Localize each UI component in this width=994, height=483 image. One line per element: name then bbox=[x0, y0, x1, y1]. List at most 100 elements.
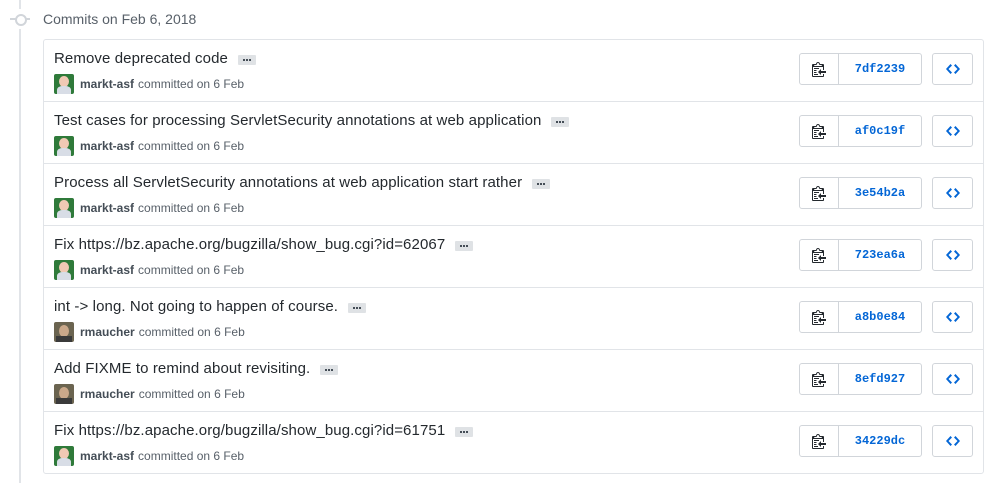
git-commit-icon bbox=[10, 9, 30, 29]
commit-date-text: committed on 6 Feb bbox=[138, 201, 245, 215]
commit-sha-link[interactable]: 34229dc bbox=[839, 426, 921, 456]
sha-button-group: 3e54b2a bbox=[799, 177, 922, 209]
clippy-icon bbox=[812, 310, 826, 325]
author-link[interactable]: markt-asf bbox=[80, 77, 134, 91]
commit-meta: rmaucher committed on 6 Feb bbox=[54, 384, 245, 404]
commit-message-link[interactable]: Add FIXME to remind about revisiting. bbox=[54, 360, 310, 377]
expand-message-button[interactable] bbox=[320, 364, 339, 375]
commit-title-line: Process all ServletSecurity annotations … bbox=[54, 174, 551, 191]
browse-repo-button[interactable] bbox=[932, 115, 973, 147]
commit-row: Process all ServletSecurity annotations … bbox=[44, 163, 983, 225]
commit-meta: markt-asf committed on 6 Feb bbox=[54, 446, 244, 466]
expand-message-button[interactable] bbox=[237, 54, 256, 65]
browse-repo-button[interactable] bbox=[932, 177, 973, 209]
expand-message-button[interactable] bbox=[455, 240, 474, 251]
code-icon bbox=[945, 312, 960, 322]
commit-date-text: committed on 6 Feb bbox=[138, 449, 245, 463]
avatar[interactable] bbox=[54, 136, 74, 156]
browse-repo-button[interactable] bbox=[932, 363, 973, 395]
commit-row: Remove deprecated code markt-asf committ… bbox=[44, 40, 983, 101]
commit-group-title: Commits on Feb 6, 2018 bbox=[43, 11, 197, 27]
copy-sha-button[interactable] bbox=[800, 240, 839, 270]
copy-sha-button[interactable] bbox=[800, 364, 839, 394]
commit-sha-link[interactable]: a8b0e84 bbox=[839, 302, 921, 332]
commit-title-line: Fix https://bz.apache.org/bugzilla/show_… bbox=[54, 236, 474, 253]
commit-message-link[interactable]: Remove deprecated code bbox=[54, 50, 228, 67]
expand-message-button[interactable] bbox=[532, 178, 551, 189]
sha-button-group: af0c19f bbox=[799, 115, 922, 147]
commit-meta: markt-asf committed on 6 Feb bbox=[54, 136, 244, 156]
commit-row: int -> long. Not going to happen of cour… bbox=[44, 287, 983, 349]
commit-date-text: committed on 6 Feb bbox=[138, 325, 245, 339]
clippy-icon bbox=[812, 124, 826, 139]
clippy-icon bbox=[812, 62, 826, 77]
copy-sha-button[interactable] bbox=[800, 302, 839, 332]
copy-sha-button[interactable] bbox=[800, 178, 839, 208]
commit-date-text: committed on 6 Feb bbox=[138, 387, 245, 401]
commit-group-header: Commits on Feb 6, 2018 bbox=[10, 8, 196, 30]
expand-message-button[interactable] bbox=[455, 426, 474, 437]
avatar[interactable] bbox=[54, 384, 74, 404]
commit-message-link[interactable]: Fix https://bz.apache.org/bugzilla/show_… bbox=[54, 236, 445, 253]
commit-title-line: Remove deprecated code bbox=[54, 50, 256, 67]
code-icon bbox=[945, 126, 960, 136]
browse-repo-button[interactable] bbox=[932, 239, 973, 271]
commit-sha-link[interactable]: 8efd927 bbox=[839, 364, 921, 394]
avatar[interactable] bbox=[54, 260, 74, 280]
commit-date-text: committed on 6 Feb bbox=[138, 139, 245, 153]
commit-meta: markt-asf committed on 6 Feb bbox=[54, 74, 244, 94]
author-link[interactable]: markt-asf bbox=[80, 263, 134, 277]
commit-row: Fix https://bz.apache.org/bugzilla/show_… bbox=[44, 225, 983, 287]
sha-button-group: 7df2239 bbox=[799, 53, 922, 85]
author-link[interactable]: markt-asf bbox=[80, 449, 134, 463]
clippy-icon bbox=[812, 434, 826, 449]
timeline-line bbox=[19, 0, 21, 483]
commit-message-link[interactable]: int -> long. Not going to happen of cour… bbox=[54, 298, 338, 315]
commit-message-link[interactable]: Test cases for processing ServletSecurit… bbox=[54, 112, 541, 129]
clippy-icon bbox=[812, 186, 826, 201]
avatar[interactable] bbox=[54, 198, 74, 218]
commit-meta: markt-asf committed on 6 Feb bbox=[54, 260, 244, 280]
commit-date-text: committed on 6 Feb bbox=[138, 263, 245, 277]
browse-repo-button[interactable] bbox=[932, 425, 973, 457]
commit-title-line: Test cases for processing ServletSecurit… bbox=[54, 112, 570, 129]
commit-row: Fix https://bz.apache.org/bugzilla/show_… bbox=[44, 411, 983, 473]
code-icon bbox=[945, 64, 960, 74]
sha-button-group: a8b0e84 bbox=[799, 301, 922, 333]
code-icon bbox=[945, 188, 960, 198]
commit-meta: rmaucher committed on 6 Feb bbox=[54, 322, 245, 342]
commit-title-line: Add FIXME to remind about revisiting. bbox=[54, 360, 339, 377]
author-link[interactable]: markt-asf bbox=[80, 201, 134, 215]
commit-meta: markt-asf committed on 6 Feb bbox=[54, 198, 244, 218]
copy-sha-button[interactable] bbox=[800, 426, 839, 456]
browse-repo-button[interactable] bbox=[932, 53, 973, 85]
code-icon bbox=[945, 374, 960, 384]
avatar[interactable] bbox=[54, 74, 74, 94]
author-link[interactable]: rmaucher bbox=[80, 387, 135, 401]
sha-button-group: 8efd927 bbox=[799, 363, 922, 395]
commit-message-link[interactable]: Process all ServletSecurity annotations … bbox=[54, 174, 522, 191]
commit-sha-link[interactable]: 3e54b2a bbox=[839, 178, 921, 208]
commit-date-text: committed on 6 Feb bbox=[138, 77, 245, 91]
browse-repo-button[interactable] bbox=[932, 301, 973, 333]
code-icon bbox=[945, 436, 960, 446]
commit-sha-link[interactable]: 723ea6a bbox=[839, 240, 921, 270]
commit-list: Remove deprecated code markt-asf committ… bbox=[43, 39, 984, 474]
clippy-icon bbox=[812, 248, 826, 263]
author-link[interactable]: rmaucher bbox=[80, 325, 135, 339]
copy-sha-button[interactable] bbox=[800, 116, 839, 146]
commit-row: Add FIXME to remind about revisiting. rm… bbox=[44, 349, 983, 411]
sha-button-group: 723ea6a bbox=[799, 239, 922, 271]
commit-message-link[interactable]: Fix https://bz.apache.org/bugzilla/show_… bbox=[54, 422, 445, 439]
sha-button-group: 34229dc bbox=[799, 425, 922, 457]
copy-sha-button[interactable] bbox=[800, 54, 839, 84]
author-link[interactable]: markt-asf bbox=[80, 139, 134, 153]
commit-sha-link[interactable]: af0c19f bbox=[839, 116, 921, 146]
expand-message-button[interactable] bbox=[551, 116, 570, 127]
avatar[interactable] bbox=[54, 446, 74, 466]
avatar[interactable] bbox=[54, 322, 74, 342]
commit-title-line: Fix https://bz.apache.org/bugzilla/show_… bbox=[54, 422, 474, 439]
commit-title-line: int -> long. Not going to happen of cour… bbox=[54, 298, 367, 315]
commit-sha-link[interactable]: 7df2239 bbox=[839, 54, 921, 84]
expand-message-button[interactable] bbox=[348, 302, 367, 313]
